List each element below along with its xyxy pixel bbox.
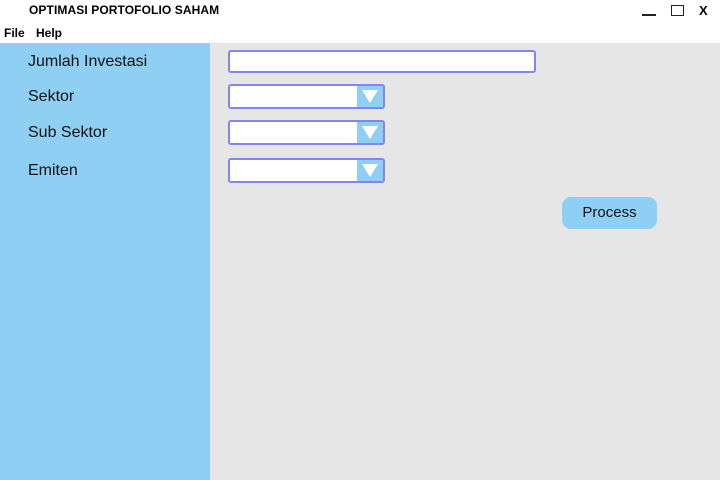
sub-sector-label: Sub Sektor (28, 124, 108, 141)
minimize-icon (642, 14, 656, 16)
investment-amount-input[interactable] (228, 50, 536, 73)
maximize-icon (671, 5, 684, 16)
minimize-button[interactable] (640, 0, 658, 22)
maximize-button[interactable] (669, 0, 687, 22)
close-icon: X (699, 3, 708, 18)
sub-sector-dropdown[interactable] (228, 120, 385, 145)
title-bar: OPTIMASI PORTOFOLIO SAHAM X (0, 0, 720, 22)
issuer-dropdown[interactable] (228, 158, 385, 183)
sector-dropdown[interactable] (228, 84, 385, 109)
sector-label: Sektor (28, 88, 75, 105)
app-window: OPTIMASI PORTOFOLIO SAHAM X File Help Ju… (0, 0, 720, 480)
issuer-dropdown-toggle[interactable] (357, 160, 383, 181)
menu-help[interactable]: Help (36, 26, 62, 40)
close-button[interactable]: X (698, 0, 714, 22)
issuer-label: Emiten (28, 162, 78, 179)
chevron-down-icon (362, 90, 378, 103)
sub-sector-dropdown-toggle[interactable] (357, 122, 383, 143)
menu-file[interactable]: File (4, 26, 25, 40)
sector-dropdown-toggle[interactable] (357, 86, 383, 107)
chevron-down-icon (362, 164, 378, 177)
process-button[interactable]: Process (562, 197, 657, 229)
chevron-down-icon (362, 126, 378, 139)
window-title: OPTIMASI PORTOFOLIO SAHAM (29, 3, 220, 17)
investment-amount-label: Jumlah Investasi (28, 53, 148, 70)
label-panel (0, 43, 210, 480)
menu-bar: File Help (0, 22, 720, 43)
